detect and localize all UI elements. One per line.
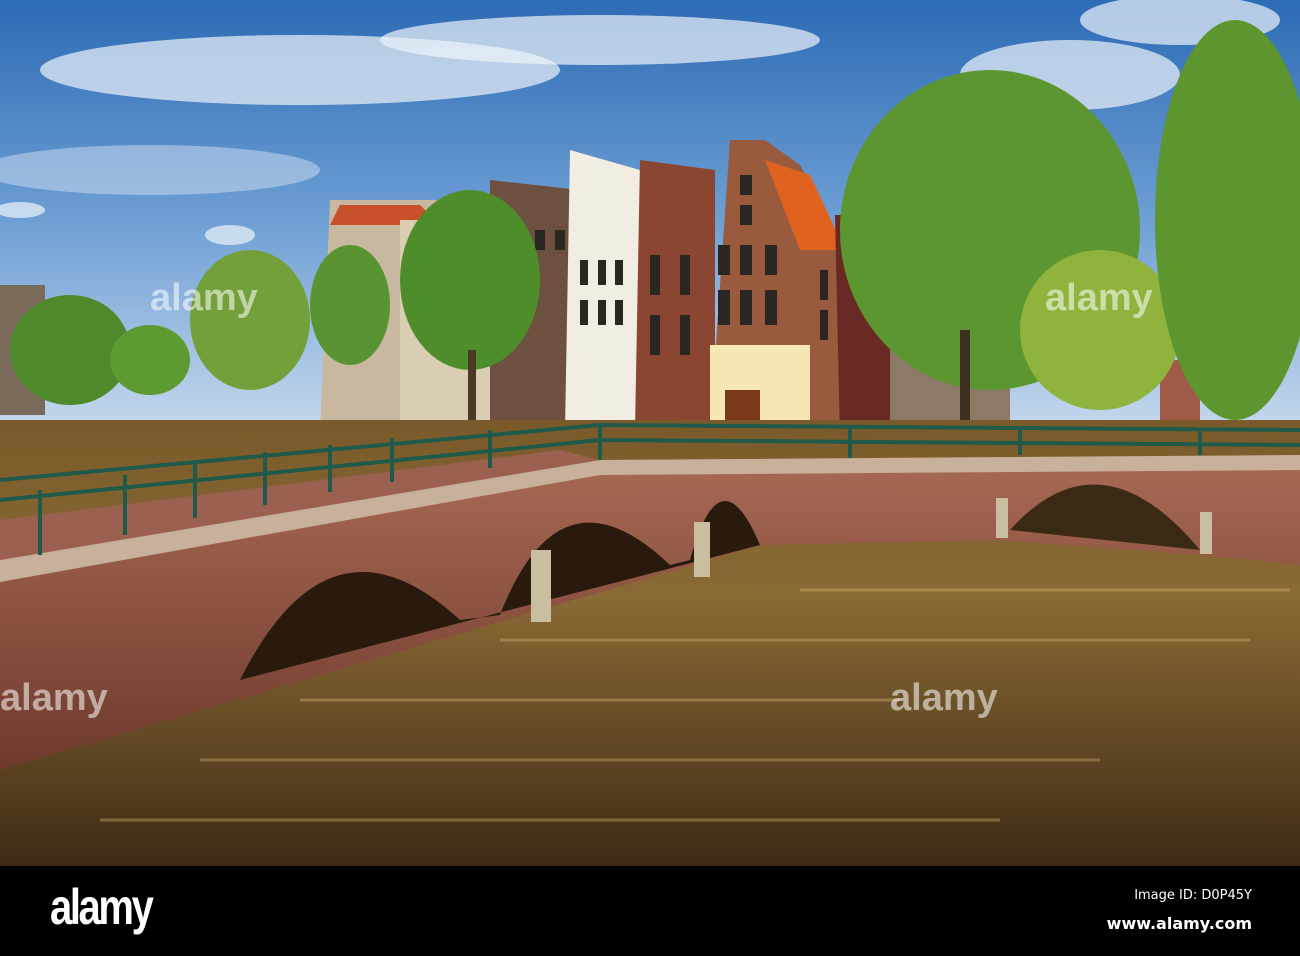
image-id: Image ID: D0P45Y	[1134, 888, 1252, 903]
svg-text:alamy: alamy	[0, 677, 108, 719]
footer-bar: alamy Image ID: D0P45Y www.alamy.com	[0, 866, 1300, 956]
canal-bridge-photo: alamy alamy alamy alamy	[0, 0, 1300, 866]
svg-text:alamy: alamy	[150, 277, 258, 319]
svg-text:alamy: alamy	[890, 677, 998, 719]
website-link: www.alamy.com	[1106, 914, 1252, 933]
alamy-logo: alamy	[50, 879, 154, 935]
svg-text:alamy: alamy	[1045, 277, 1153, 319]
